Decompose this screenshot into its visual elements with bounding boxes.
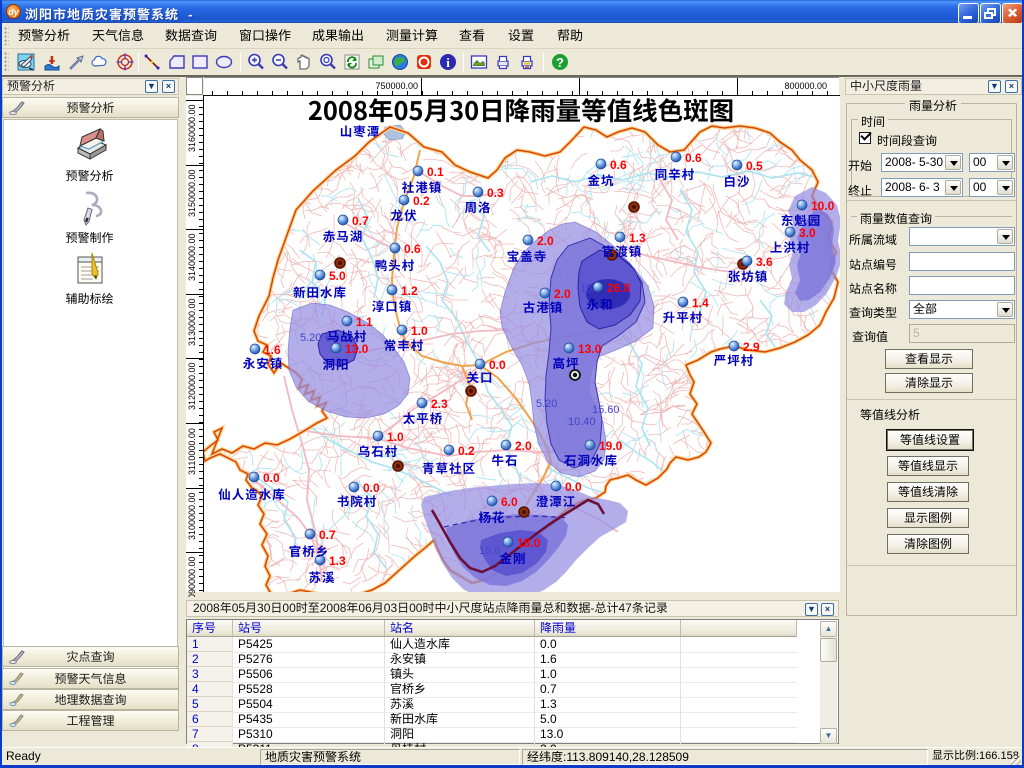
svg-text:0.0: 0.0 xyxy=(263,471,280,485)
svg-text:永和: 永和 xyxy=(586,294,613,313)
svg-text:26.0: 26.0 xyxy=(607,281,631,295)
svg-text:0.2: 0.2 xyxy=(458,444,475,458)
svg-text:青草社区: 青草社区 xyxy=(422,458,476,477)
svg-text:?: ? xyxy=(556,55,564,70)
svg-text:新田水库: 新田水库 xyxy=(293,282,347,301)
svg-text:古港镇: 古港镇 xyxy=(523,297,564,316)
svg-text:张坊镇: 张坊镇 xyxy=(728,266,769,285)
svg-text:牛石: 牛石 xyxy=(491,450,518,469)
svg-text:i: i xyxy=(446,55,450,70)
svg-text:永安镇: 永安镇 xyxy=(243,353,284,372)
svg-text:0.7: 0.7 xyxy=(319,528,336,542)
svg-text:关口: 关口 xyxy=(466,367,493,386)
svg-text:书院村: 书院村 xyxy=(337,491,378,510)
svg-text:升平村: 升平村 xyxy=(663,307,704,326)
svg-text:5.20: 5.20 xyxy=(536,398,557,410)
svg-text:金刚: 金刚 xyxy=(499,548,526,567)
svg-text:上洪村: 上洪村 xyxy=(770,237,811,256)
svg-text:10.40: 10.40 xyxy=(568,416,596,428)
svg-text:官渡镇: 官渡镇 xyxy=(602,241,643,260)
svg-text:0.6: 0.6 xyxy=(685,151,702,165)
svg-text:乌石村: 乌石村 xyxy=(358,441,399,460)
svg-text:常丰村: 常丰村 xyxy=(384,335,425,354)
svg-text:5.20: 5.20 xyxy=(300,332,321,344)
svg-text:15.6: 15.6 xyxy=(479,545,500,557)
svg-text:淳口镇: 淳口镇 xyxy=(372,296,413,315)
svg-text:宝盖寺: 宝盖寺 xyxy=(507,246,548,265)
svg-text:白沙: 白沙 xyxy=(723,171,750,190)
svg-text:高坪: 高坪 xyxy=(552,353,579,372)
svg-text:石洞水库: 石洞水库 xyxy=(564,450,618,469)
svg-text:13.0: 13.0 xyxy=(578,342,602,356)
svg-text:官桥乡: 官桥乡 xyxy=(289,541,330,560)
svg-text:15.60: 15.60 xyxy=(592,404,620,416)
svg-text:鸭头村: 鸭头村 xyxy=(375,255,416,274)
svg-text:杨花: 杨花 xyxy=(478,507,505,526)
svg-text:严坪村: 严坪村 xyxy=(714,350,755,369)
svg-text:周洛: 周洛 xyxy=(464,197,491,216)
svg-text:1.3: 1.3 xyxy=(329,554,346,568)
svg-text:赤马湖: 赤马湖 xyxy=(323,226,364,245)
svg-text:金坑: 金坑 xyxy=(587,170,614,189)
svg-text:仙人造水库: 仙人造水库 xyxy=(218,484,286,503)
svg-text:澄潭江: 澄潭江 xyxy=(536,491,577,510)
svg-text:龙伏: 龙伏 xyxy=(390,205,417,224)
svg-text:5.0: 5.0 xyxy=(329,269,346,283)
svg-text:同辛村: 同辛村 xyxy=(655,164,696,183)
svg-text:2008年05月30日降雨量等值线色斑图: 2008年05月30日降雨量等值线色斑图 xyxy=(308,96,734,128)
svg-text:0.6: 0.6 xyxy=(404,242,421,256)
svg-text:太平桥: 太平桥 xyxy=(403,408,444,427)
svg-text:洞阳: 洞阳 xyxy=(322,354,349,373)
svg-text:苏溪: 苏溪 xyxy=(308,567,335,586)
